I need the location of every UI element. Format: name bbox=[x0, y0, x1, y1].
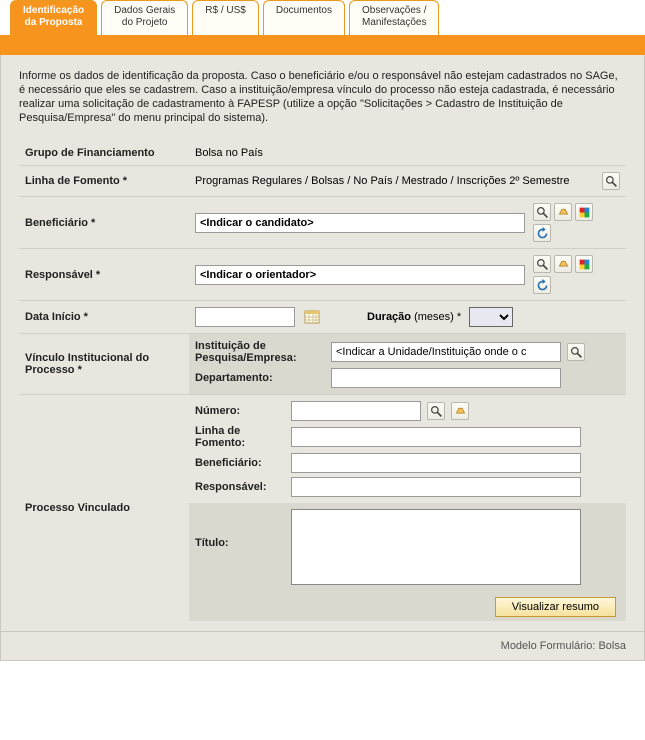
value-linha: Programas Regulares / Bolsas / No País /… bbox=[195, 175, 594, 187]
label-pv-linha: Linha de Fomento: bbox=[195, 425, 285, 449]
input-data-inicio[interactable] bbox=[195, 307, 295, 327]
color-picker-icon[interactable] bbox=[575, 203, 593, 221]
input-pv-responsavel[interactable] bbox=[291, 477, 581, 497]
label-pv-responsavel: Responsável: bbox=[195, 481, 285, 493]
tab-band bbox=[0, 35, 645, 55]
form-table: Grupo de Financiamento Bolsa no País Lin… bbox=[19, 141, 626, 621]
search-icon[interactable] bbox=[533, 255, 551, 273]
select-duracao[interactable] bbox=[469, 307, 513, 327]
clear-icon[interactable] bbox=[554, 255, 572, 273]
color-picker-icon[interactable] bbox=[575, 255, 593, 273]
tab-identificacao[interactable]: Identificação da Proposta bbox=[10, 0, 97, 35]
value-grupo: Bolsa no País bbox=[189, 141, 626, 166]
calendar-icon[interactable] bbox=[303, 308, 321, 326]
search-icon[interactable] bbox=[602, 172, 620, 190]
input-numero[interactable] bbox=[291, 401, 421, 421]
label-vinculo: Vínculo Institucional do Processo * bbox=[19, 334, 189, 395]
clear-icon[interactable] bbox=[554, 203, 572, 221]
search-icon[interactable] bbox=[533, 203, 551, 221]
label-departamento: Departamento: bbox=[195, 372, 325, 384]
label-data-inicio: Data Início * bbox=[19, 301, 189, 334]
input-departamento[interactable] bbox=[331, 368, 561, 388]
tab-observacoes[interactable]: Observações / Manifestações bbox=[349, 0, 439, 35]
label-grupo: Grupo de Financiamento bbox=[19, 141, 189, 166]
footer-text: Modelo Formulário: Bolsa bbox=[0, 632, 645, 661]
tab-documentos[interactable]: Documentos bbox=[263, 0, 345, 35]
tab-moeda[interactable]: R$ / US$ bbox=[192, 0, 259, 35]
tab-bar: Identificação da Proposta Dados Gerais d… bbox=[0, 0, 645, 35]
clear-icon[interactable] bbox=[451, 402, 469, 420]
refresh-icon[interactable] bbox=[533, 224, 551, 242]
input-pv-linha[interactable] bbox=[291, 427, 581, 447]
label-pv-beneficiario: Beneficiário: bbox=[195, 457, 285, 469]
label-numero: Número: bbox=[195, 405, 285, 417]
textarea-pv-titulo[interactable] bbox=[291, 509, 581, 585]
input-beneficiario[interactable] bbox=[195, 213, 525, 233]
label-processo-vinculado: Processo Vinculado bbox=[19, 395, 189, 622]
label-pv-titulo: Título: bbox=[195, 509, 285, 549]
input-pv-beneficiario[interactable] bbox=[291, 453, 581, 473]
input-responsavel[interactable] bbox=[195, 265, 525, 285]
tab-dados-gerais[interactable]: Dados Gerais do Projeto bbox=[101, 0, 188, 35]
intro-text: Informe os dados de identificação da pro… bbox=[19, 69, 626, 125]
label-duracao: Duração (meses) * bbox=[367, 311, 461, 323]
visualizar-resumo-button[interactable]: Visualizar resumo bbox=[495, 597, 616, 617]
input-instituicao[interactable] bbox=[331, 342, 561, 362]
label-instituicao: Instituição de Pesquisa/Empresa: bbox=[195, 340, 325, 364]
search-icon[interactable] bbox=[427, 402, 445, 420]
label-linha: Linha de Fomento * bbox=[19, 166, 189, 197]
refresh-icon[interactable] bbox=[533, 276, 551, 294]
search-icon[interactable] bbox=[567, 343, 585, 361]
label-beneficiario: Beneficiário * bbox=[19, 197, 189, 249]
label-responsavel: Responsável * bbox=[19, 249, 189, 301]
